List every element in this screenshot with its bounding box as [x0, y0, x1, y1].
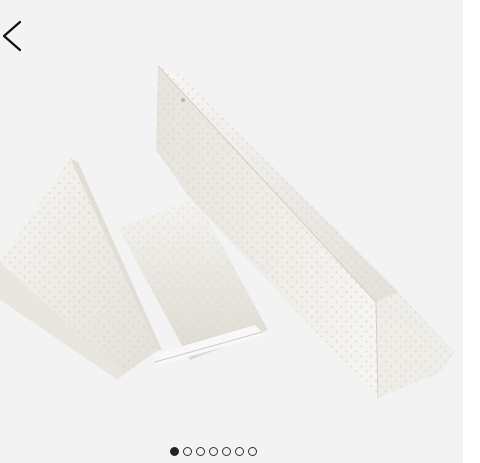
page-edge — [463, 0, 480, 463]
pagination-dot[interactable] — [209, 447, 218, 456]
pagination-dot[interactable] — [222, 447, 231, 456]
chevron-left-icon — [2, 20, 22, 52]
back-button[interactable] — [0, 16, 28, 56]
image-gallery — [0, 0, 463, 463]
pagination-dot[interactable] — [248, 447, 257, 456]
product-image[interactable] — [0, 0, 463, 463]
pagination-dot[interactable] — [183, 447, 192, 456]
pagination-dots — [170, 447, 257, 456]
pagination-dot-active[interactable] — [170, 447, 179, 456]
pagination-dot[interactable] — [235, 447, 244, 456]
pagination-dot[interactable] — [196, 447, 205, 456]
